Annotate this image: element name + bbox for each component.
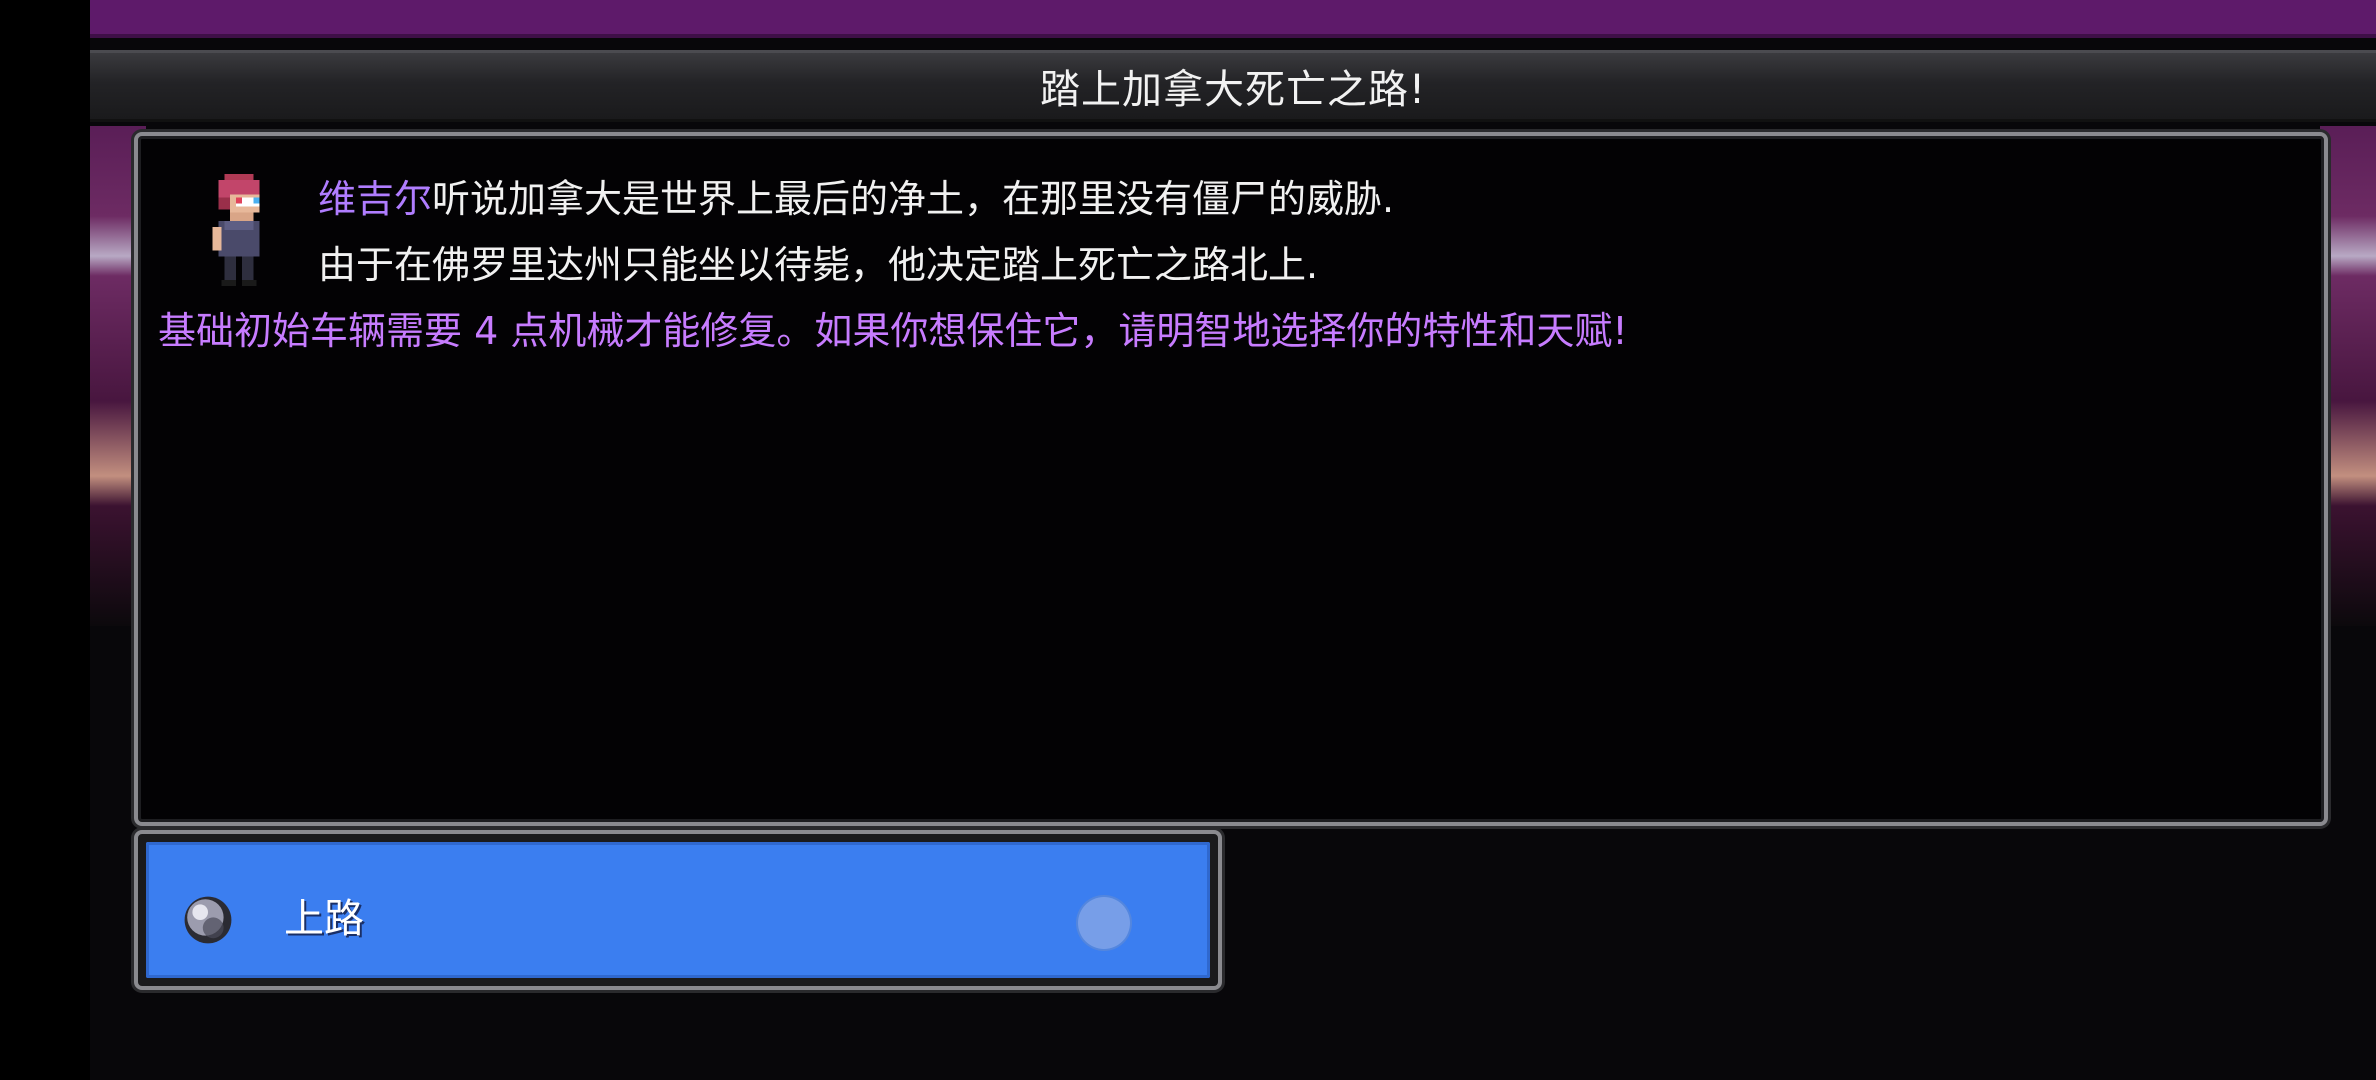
- vehicle-hint: 基础初始车辆需要 4 点机械才能修复。如果你想保住它，请明智地选择你的特性和天赋…: [158, 309, 1628, 353]
- speaker-name: 维吉尔: [318, 177, 433, 221]
- event-title: 踏上加拿大死亡之路!: [1039, 67, 1427, 113]
- story-line-2: 由于在佛罗里达州只能坐以待毙，他决定踏上死亡之路北上.: [318, 243, 1319, 287]
- title-bar: 踏上加拿大死亡之路!: [90, 50, 2376, 122]
- top-decor-band: [90, 0, 2376, 38]
- game-screen: 踏上加拿大死亡之路! 维吉尔听说加拿大是世界上最后的净土，在那里没有僵尸的威胁.…: [90, 0, 2376, 1080]
- story-line-1-text: 听说加拿大是世界上最后的净土，在那里没有僵尸的威胁.: [432, 177, 1395, 221]
- choice-frame: 上路: [134, 830, 1222, 990]
- story-panel: 维吉尔听说加拿大是世界上最后的净土，在那里没有僵尸的威胁. 由于在佛罗里达州只能…: [134, 132, 2328, 826]
- gem-orb-icon: [184, 896, 232, 944]
- background-scenery-right: [2320, 126, 2376, 626]
- choice-hit-the-road-button[interactable]: 上路: [146, 842, 1210, 978]
- touch-indicator: [1078, 897, 1130, 949]
- choice-label: 上路: [284, 896, 364, 942]
- character-portrait: [212, 174, 260, 286]
- story-line-1: 维吉尔听说加拿大是世界上最后的净土，在那里没有僵尸的威胁.: [318, 168, 1394, 223]
